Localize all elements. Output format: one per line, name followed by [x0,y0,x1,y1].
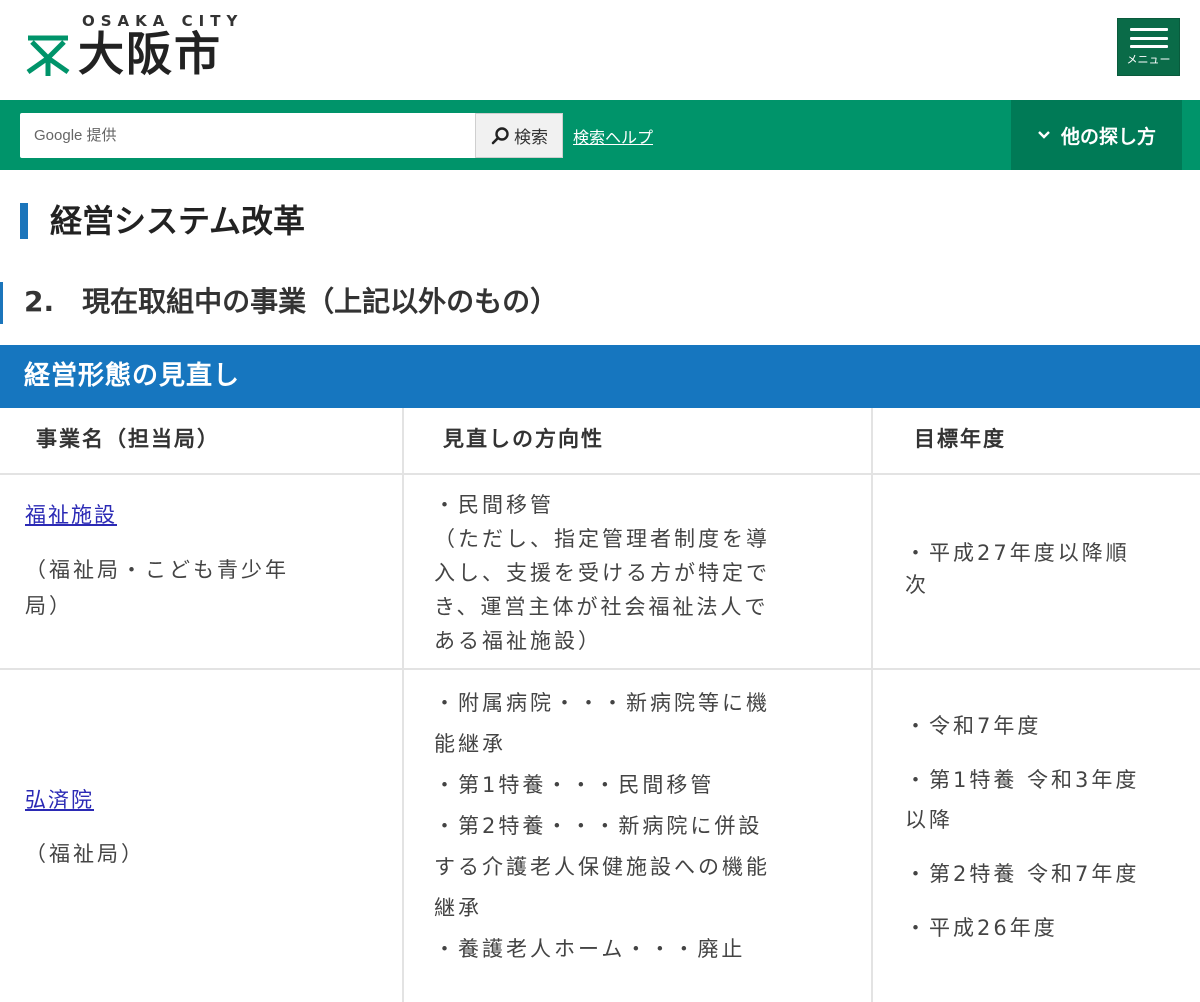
column-header-name: 事業名（担当局） [36,427,220,451]
page-title: 経営システム改革 [50,202,306,240]
section-title: 2. 現在取組中の事業（上記以外のもの） [24,285,559,318]
direction-text: ・附属病院・・・新病院等に機 能継承 ・第1特養・・・民間移管 ・第2特養・・・… [434,691,770,961]
bureau-text: （福祉局） [25,842,145,866]
target-year-text: ・令和7年度 ・第1特養 令和3年度 以降 ・第2特養 令和7年度 ・平成26年… [905,714,1140,940]
kosaiin-link[interactable]: 弘済院 [25,785,94,815]
site-header: OSAKA CITY 大阪市 メニュー [0,0,1200,100]
column-header-target: 目標年度 [914,427,1006,451]
table-caption-band: 経営形態の見直し [0,345,1200,408]
column-divider [871,408,873,1002]
welfare-facility-link[interactable]: 福祉施設 [25,500,117,530]
hamburger-icon [1129,28,1168,48]
search-help-link[interactable]: 検索ヘルプ [573,124,653,148]
direction-text: ・民間移管 （ただし、指定管理者制度を導 入し、支援を受ける方が特定で き、運営… [434,493,770,653]
other-search-button[interactable]: 他の探し方 [1011,100,1182,170]
search-button[interactable]: 検索 [475,113,563,158]
table-divider [0,668,1200,670]
osaka-emblem-icon [26,35,70,76]
bureau-text: （福祉局・こども青少年 局） [25,558,289,618]
title-accent-bar [20,203,28,239]
section-accent-bar [0,282,3,324]
table-divider [0,473,1200,475]
logo-text: 大阪市 [78,27,222,81]
search-input[interactable] [20,113,475,158]
menu-button[interactable]: メニュー [1117,18,1180,76]
column-header-direction: 見直しの方向性 [443,427,604,451]
other-search-label: 他の探し方 [1060,125,1156,148]
search-button-label: 検索 [514,128,548,148]
target-year-text: ・平成27年度以降順 次 [905,541,1130,597]
osaka-city-logo[interactable]: OSAKA CITY 大阪市 [22,10,252,90]
menu-label: メニュー [1126,53,1171,66]
search-icon [491,126,509,144]
table-caption: 経営形態の見直し [24,361,241,391]
column-divider [402,408,404,1002]
chevron-down-icon [1038,131,1050,139]
